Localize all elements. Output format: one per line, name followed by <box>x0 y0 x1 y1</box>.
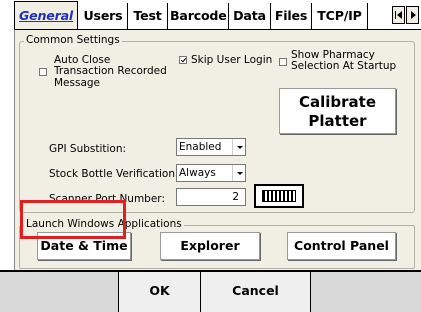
auto-close-label-line3: Message <box>54 77 101 89</box>
tab-scroll-left-button[interactable] <box>392 6 405 24</box>
tab-files[interactable]: Files <box>271 3 312 29</box>
tab-users[interactable]: Users <box>79 3 128 29</box>
keyboard-icon[interactable] <box>254 184 304 208</box>
stock-bottle-label: Stock Bottle Verification: <box>49 168 179 180</box>
calibrate-line1: Calibrate <box>298 93 376 111</box>
ok-button[interactable]: OK <box>118 272 201 312</box>
gpi-substitution-value: Enabled <box>179 141 222 153</box>
gpi-substitution-label: GPI Substition: <box>49 143 127 155</box>
footer-bar: OK Cancel <box>0 270 421 312</box>
tab-data[interactable]: Data <box>229 3 271 29</box>
chevron-down-icon <box>232 165 245 181</box>
auto-close-checkbox[interactable] <box>39 68 47 76</box>
tab-scroll-right-button[interactable] <box>406 6 419 24</box>
settings-window: General Users Test Barcode Data Files TC… <box>0 0 421 312</box>
cancel-button[interactable]: Cancel <box>200 272 311 312</box>
auto-close-label-line2: Transaction Recorded <box>54 65 167 77</box>
tab-tcpip[interactable]: TCP/IP <box>312 3 368 29</box>
explorer-button[interactable]: Explorer <box>160 232 260 260</box>
tab-test[interactable]: Test <box>128 3 168 29</box>
gpi-substitution-select[interactable]: Enabled <box>176 138 246 156</box>
stock-bottle-select[interactable]: Always <box>176 164 246 182</box>
skip-user-login-checkbox[interactable] <box>179 56 187 64</box>
common-settings-legend: Common Settings <box>24 34 122 46</box>
tab-general[interactable]: General <box>14 1 78 30</box>
arrow-left-icon <box>397 11 402 19</box>
control-panel-button[interactable]: Control Panel <box>287 232 396 260</box>
scanner-port-input[interactable]: 2 <box>176 188 246 206</box>
tab-barcode[interactable]: Barcode <box>168 3 229 29</box>
stock-bottle-value: Always <box>179 167 216 179</box>
calibrate-platter-button[interactable]: Calibrate Platter <box>279 88 396 134</box>
skip-user-login-label: Skip User Login <box>191 54 273 66</box>
highlight-frame <box>20 200 126 239</box>
arrow-right-icon <box>411 11 416 19</box>
bar-icon <box>395 11 396 19</box>
show-pharmacy-checkbox[interactable] <box>279 58 287 66</box>
keyboard-keys <box>262 190 296 202</box>
chevron-down-icon <box>232 139 245 155</box>
calibrate-line2: Platter <box>308 112 367 130</box>
show-pharmacy-label-line2: Selection At Startup <box>291 60 397 72</box>
tab-strip: General Users Test Barcode Data Files TC… <box>0 0 421 30</box>
